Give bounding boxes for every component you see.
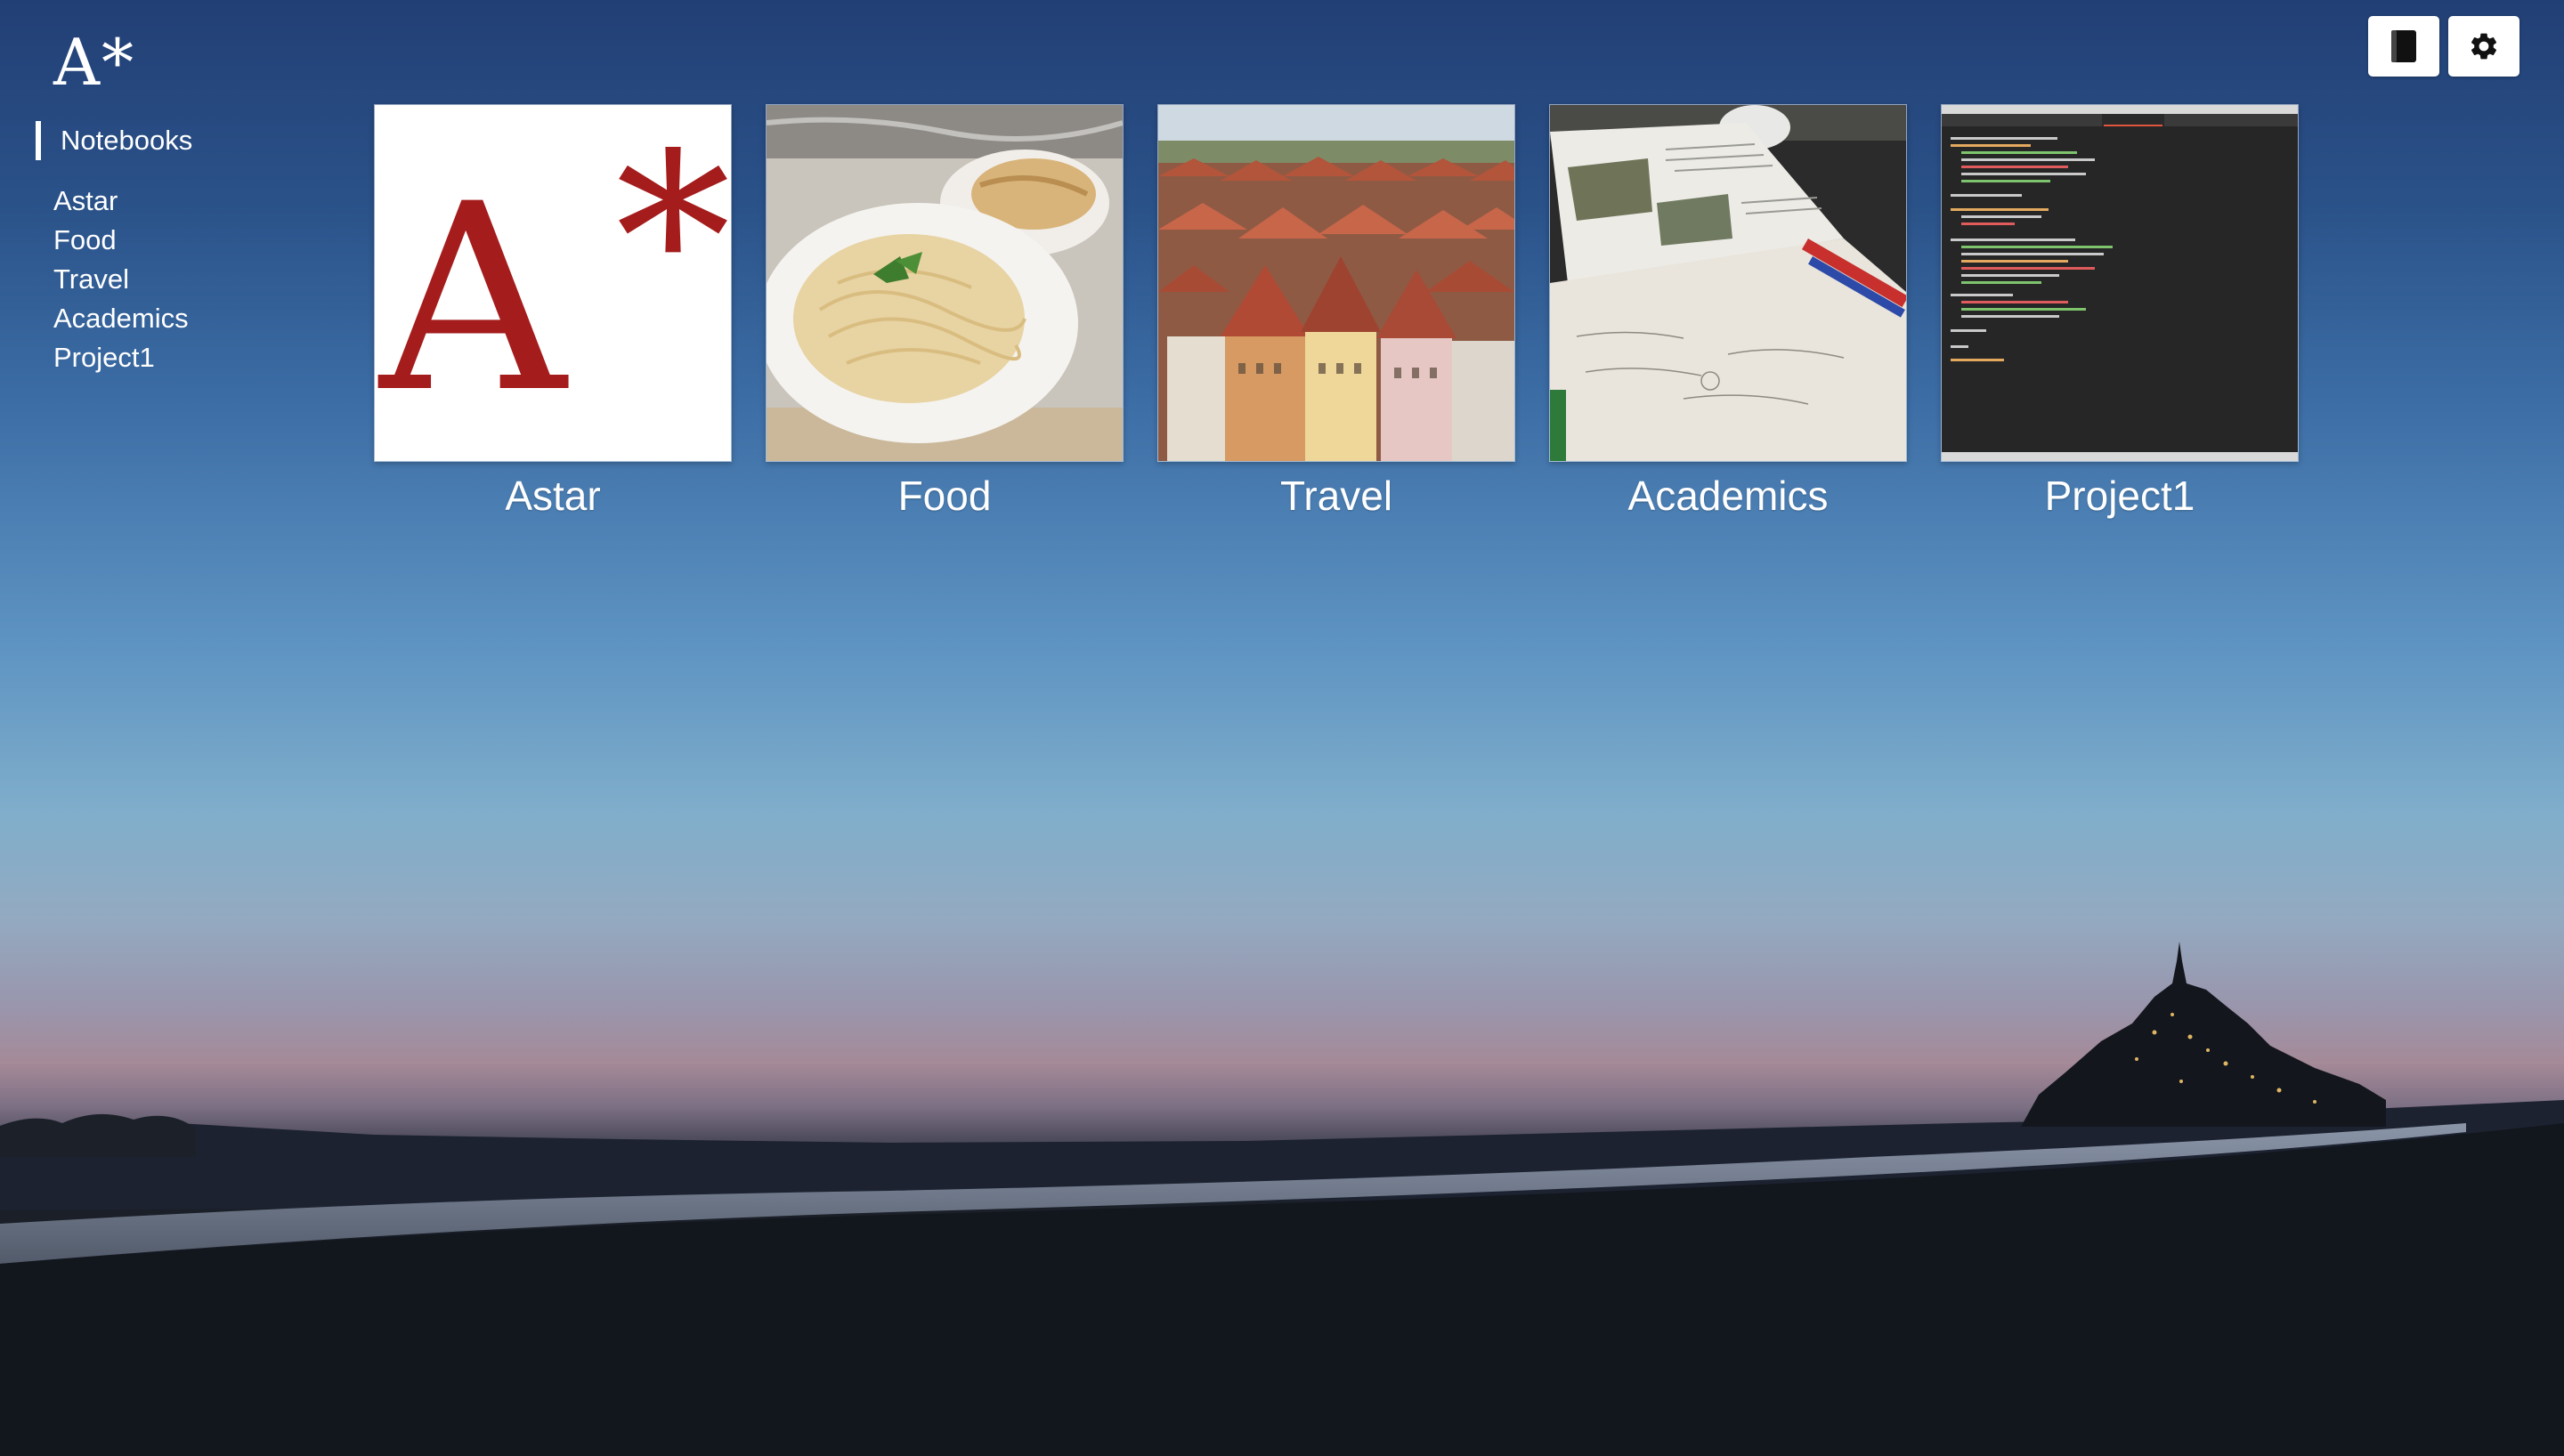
- notebook-thumbnail-travel[interactable]: [1157, 104, 1515, 462]
- old-town-rooftops-photo: [1158, 105, 1514, 461]
- svg-text:*: *: [615, 105, 731, 374]
- astar-logo-image: A *: [375, 105, 731, 461]
- notebook-card-food[interactable]: Food: [766, 104, 1124, 524]
- notebook-thumbnail-project1[interactable]: [1941, 104, 2299, 462]
- sidebar-item-project1[interactable]: Project1: [53, 338, 189, 377]
- notebook-card-travel[interactable]: Travel: [1157, 104, 1515, 524]
- app-logo[interactable]: A*: [53, 27, 135, 98]
- notebook-thumbnail-astar[interactable]: A *: [374, 104, 732, 462]
- notebook-label-travel[interactable]: Travel: [1157, 467, 1515, 524]
- notebook-thumbnail-academics[interactable]: [1549, 104, 1907, 462]
- notebook-thumbnail-food[interactable]: [766, 104, 1124, 462]
- sidebar-notebook-list: Astar Food Travel Academics Project1: [53, 182, 189, 377]
- textbook-and-notes-photo: [1550, 105, 1906, 461]
- gear-icon: [2471, 33, 2497, 60]
- sidebar-item-travel[interactable]: Travel: [53, 260, 189, 299]
- sidebar-item-astar[interactable]: Astar: [53, 182, 189, 221]
- settings-button[interactable]: [2448, 16, 2519, 77]
- app-window: A* Notebooks Astar Food Travel Academics…: [0, 0, 2564, 1456]
- notebook-icon: [2391, 30, 2416, 62]
- pasta-plate-photo: [767, 105, 1123, 461]
- sidebar-heading-notebooks[interactable]: Notebooks: [36, 121, 192, 160]
- notebook-label-project1[interactable]: Project1: [1941, 467, 2299, 524]
- sidebar-item-food[interactable]: Food: [53, 221, 189, 260]
- notebook-card-project1[interactable]: Project1: [1941, 104, 2299, 524]
- notebook-label-astar[interactable]: Astar: [374, 467, 732, 524]
- notebook-card-academics[interactable]: Academics: [1549, 104, 1907, 524]
- code-editor-screenshot: [1942, 105, 2298, 461]
- sidebar-item-academics[interactable]: Academics: [53, 299, 189, 338]
- notebook-card-astar[interactable]: A * Astar: [374, 104, 732, 524]
- notebook-label-academics[interactable]: Academics: [1549, 467, 1907, 524]
- notebook-label-food[interactable]: Food: [766, 467, 1124, 524]
- svg-text:A: A: [376, 150, 570, 449]
- notebook-button[interactable]: [2368, 16, 2439, 77]
